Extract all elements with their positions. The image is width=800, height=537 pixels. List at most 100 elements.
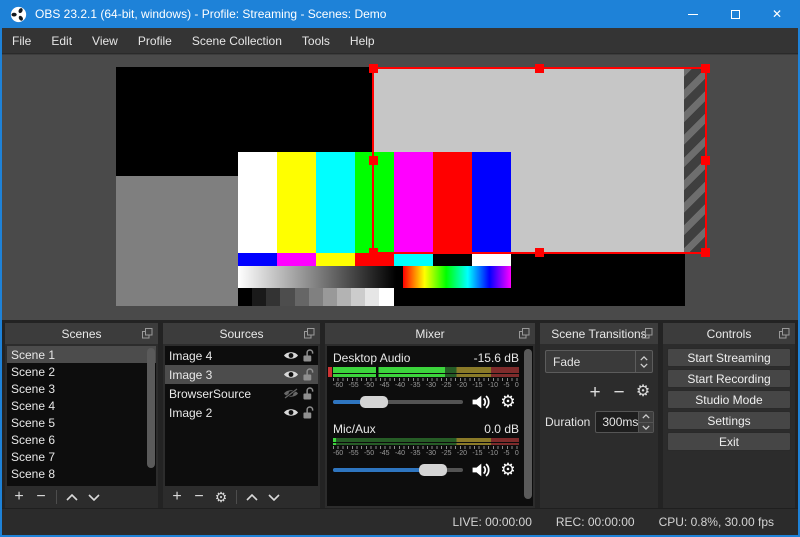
menu-scene-collection[interactable]: Scene Collection [182,28,292,53]
remove-transition-button[interactable]: − [609,382,629,402]
detach-panel-icon[interactable] [642,328,653,339]
start-streaming-button[interactable]: Start Streaming [667,348,791,367]
move-scene-up-button[interactable] [62,487,82,507]
source-item[interactable]: Image 3 [165,365,318,384]
scene-item[interactable]: Scene 5 [7,414,156,431]
add-source-button[interactable]: + [167,487,187,507]
chevron-up-icon [642,414,650,419]
meter-scale: -60-55-50-45-40-35-30-25-20-15-10-50 [333,382,519,389]
scenes-panel: Scenes Scene 1 Scene 2 Scene 3 Scene 4 S… [5,323,158,508]
close-button[interactable]: ✕ [756,0,798,28]
source-gray-rect [116,176,239,306]
scene-item[interactable]: Scene 8 [7,465,156,482]
chevron-up-icon [246,494,258,501]
controls-panel: Controls Start Streaming Start Recording… [663,323,795,508]
add-transition-button[interactable]: + [585,382,605,402]
audio-settings-button[interactable]: ⚙ [497,461,519,479]
track-db-value: 0.0 dB [484,422,519,436]
live-time: LIVE: 00:00:00 [452,515,531,529]
sources-header: Sources [163,323,320,344]
source-item[interactable]: Image 2 [165,403,318,422]
transition-properties-button[interactable]: ⚙ [633,382,653,402]
mixer-scrollbar[interactable] [524,349,532,499]
track-db-value: -15.6 dB [474,351,519,365]
mute-speaker-button[interactable] [469,393,491,411]
detach-panel-icon[interactable] [779,328,790,339]
menu-tools[interactable]: Tools [292,28,340,53]
scene-item[interactable]: Scene 7 [7,448,156,465]
resize-handle-top-center[interactable] [535,64,544,73]
controls-title: Controls [707,327,752,341]
studio-mode-button[interactable]: Studio Mode [667,390,791,409]
source-item[interactable]: Image 4 [165,346,318,365]
lock-open-icon[interactable] [303,387,314,400]
scene-item[interactable]: Scene 6 [7,431,156,448]
volume-slider[interactable] [333,396,463,408]
move-source-down-button[interactable] [264,487,284,507]
menu-help[interactable]: Help [340,28,385,53]
source-properties-button[interactable]: ⚙ [211,487,231,507]
volume-slider[interactable] [333,464,463,476]
lock-open-icon[interactable] [303,349,314,362]
source-item[interactable]: BrowserSource [165,384,318,403]
resize-handle-bottom-right[interactable] [701,248,710,257]
gear-icon: ⚙ [500,460,515,480]
detach-panel-icon[interactable] [304,328,315,339]
transitions-header: Scene Transitions [540,323,658,344]
menu-view[interactable]: View [82,28,128,53]
volume-slider-thumb[interactable] [419,464,447,476]
menu-profile[interactable]: Profile [128,28,182,53]
resize-handle-top-right[interactable] [701,64,710,73]
move-scene-down-button[interactable] [84,487,104,507]
resize-handle-mid-right[interactable] [701,156,710,165]
remove-source-button[interactable]: − [189,487,209,507]
combo-spinner[interactable] [635,351,652,372]
visibility-eye-icon[interactable] [283,350,299,361]
mixer-header: Mixer [325,323,535,344]
visibility-eye-icon[interactable] [283,369,299,380]
menu-file[interactable]: File [2,28,41,53]
duration-spinbox[interactable]: 300ms [595,411,654,433]
add-scene-button[interactable]: + [9,487,29,507]
scenes-scrollbar[interactable] [147,348,155,468]
audio-settings-button[interactable]: ⚙ [497,393,519,411]
resize-handle-bottom-center[interactable] [535,248,544,257]
meter-tick-marks [333,378,519,381]
lock-open-icon[interactable] [303,368,314,381]
scene-item[interactable]: Scene 4 [7,397,156,414]
resize-handle-bottom-left[interactable] [369,248,378,257]
visibility-eye-off-icon[interactable] [283,388,299,399]
duration-label: Duration [545,415,590,429]
move-source-up-button[interactable] [242,487,262,507]
sources-list: Image 4 Image 3 BrowserSource [165,346,318,486]
preview-canvas[interactable] [2,54,798,320]
scene-item[interactable]: Scene 2 [7,363,156,380]
lock-open-icon[interactable] [303,406,314,419]
resize-handle-mid-left[interactable] [369,156,378,165]
detach-panel-icon[interactable] [142,328,153,339]
selection-bounding-box[interactable] [372,67,707,254]
visibility-eye-icon[interactable] [283,407,299,418]
detach-panel-icon[interactable] [519,328,530,339]
scenes-title: Scenes [61,327,101,341]
exit-button[interactable]: Exit [667,432,791,451]
maximize-button[interactable] [714,0,756,28]
mute-speaker-button[interactable] [469,461,491,479]
resize-handle-top-left[interactable] [369,64,378,73]
scene-item[interactable]: Scene 3 [7,380,156,397]
transition-select[interactable]: Fade [545,350,653,373]
scene-item[interactable]: Scene 1 [7,346,156,363]
speaker-icon [471,462,490,478]
start-recording-button[interactable]: Start Recording [667,369,791,388]
minimize-button[interactable] [672,0,714,28]
scene-item[interactable]: Scene 9 [7,482,156,486]
volume-slider-thumb[interactable] [360,396,388,408]
menu-edit[interactable]: Edit [41,28,82,53]
source-name: Image 2 [169,406,212,420]
remove-scene-button[interactable]: − [31,487,51,507]
sources-title: Sources [219,327,263,341]
duration-decrease-button[interactable] [638,423,653,433]
settings-button[interactable]: Settings [667,411,791,430]
title-bar: OBS 23.2.1 (64-bit, windows) - Profile: … [2,0,798,28]
duration-increase-button[interactable] [638,412,653,423]
